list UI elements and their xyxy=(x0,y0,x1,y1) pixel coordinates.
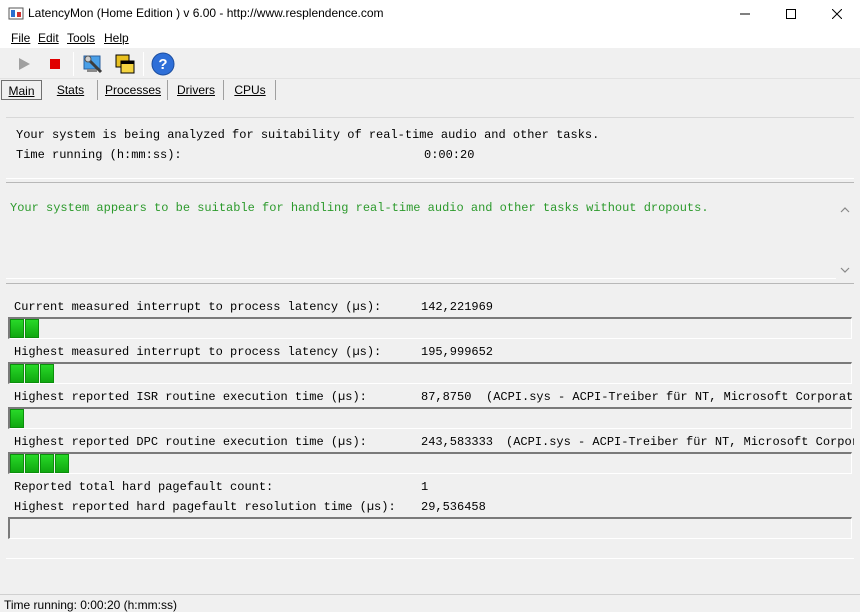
windows-button[interactable] xyxy=(112,51,138,77)
verdict-text: Your system appears to be suitable for h… xyxy=(10,201,709,215)
maximize-button[interactable] xyxy=(768,0,814,28)
latency-bar-fill xyxy=(10,454,69,473)
help-button[interactable]: ? xyxy=(150,51,176,77)
menu-file[interactable]: File xyxy=(11,31,30,45)
time-running-label: Time running (h:mm:ss): xyxy=(16,148,182,162)
bar-segment xyxy=(10,364,24,383)
analysis-summary-panel: Your system is being analyzed for suitab… xyxy=(6,117,854,179)
latency-bar xyxy=(8,407,852,429)
pagefault-resolution-value: 29,536458 xyxy=(421,500,486,514)
bar-segment xyxy=(25,364,39,383)
tab-cpus[interactable]: CPUs xyxy=(225,80,276,100)
bar-segment xyxy=(40,454,54,473)
metrics-panel: Current measured interrupt to process la… xyxy=(6,283,854,559)
pagefault-resolution-label: Highest reported hard pagefault resoluti… xyxy=(14,500,396,514)
metric-label: Highest reported ISR routine execution t… xyxy=(14,390,367,404)
metric-label: Highest reported DPC routine execution t… xyxy=(14,435,367,449)
verdict-panel: Your system appears to be suitable for h… xyxy=(6,182,854,279)
toolbar: ? xyxy=(0,49,860,79)
pagefault-count-value: 1 xyxy=(421,480,429,494)
verdict-scrollbar[interactable] xyxy=(836,197,854,279)
close-icon xyxy=(832,9,842,19)
minimize-icon xyxy=(740,13,750,15)
status-bar: Time running: 0:00:20 (h:mm:ss) xyxy=(0,594,860,612)
toolbar-separator xyxy=(143,52,144,76)
tab-stats[interactable]: Stats xyxy=(44,80,98,100)
help-icon: ? xyxy=(151,52,175,76)
svg-text:?: ? xyxy=(158,56,167,73)
tools-button[interactable] xyxy=(80,51,106,77)
latency-bar xyxy=(8,362,852,384)
app-icon xyxy=(8,7,24,20)
metric-value: 195,999652 xyxy=(421,345,494,359)
tab-strip: Main Stats Processes Drivers CPUs xyxy=(0,80,860,102)
play-icon xyxy=(19,58,30,70)
metric-driver-detail: (ACPI.sys - ACPI-Treiber für NT, Microso… xyxy=(506,435,854,449)
menu-help[interactable]: Help xyxy=(104,31,129,45)
pagefault-count-label: Reported total hard pagefault count: xyxy=(14,480,274,494)
latencymon-window: LatencyMon (Home Edition ) v 6.00 - http… xyxy=(0,0,860,612)
stop-button[interactable] xyxy=(42,51,68,77)
title-bar[interactable]: LatencyMon (Home Edition ) v 6.00 - http… xyxy=(0,0,860,28)
toolbar-separator xyxy=(73,52,74,76)
metric-label: Highest measured interrupt to process la… xyxy=(14,345,382,359)
stop-icon xyxy=(50,59,60,69)
pagefault-bar xyxy=(8,517,852,539)
analyzing-text: Your system is being analyzed for suitab… xyxy=(16,128,600,142)
start-button[interactable] xyxy=(11,51,37,77)
tab-drivers-label: Drivers xyxy=(177,83,215,97)
status-text: Time running: 0:00:20 (h:mm:ss) xyxy=(4,598,177,612)
latency-bar xyxy=(8,452,852,474)
windows-icon xyxy=(115,54,135,74)
metric-value: 142,221969 xyxy=(421,300,494,314)
latency-bar-fill xyxy=(10,364,54,383)
window-title: LatencyMon (Home Edition ) v 6.00 - http… xyxy=(28,6,384,20)
menu-tools[interactable]: Tools xyxy=(67,31,95,45)
metric-label: Current measured interrupt to process la… xyxy=(14,300,382,314)
bar-segment xyxy=(55,454,69,473)
bar-segment xyxy=(25,319,39,338)
latency-bar xyxy=(8,317,852,339)
wrench-icon xyxy=(83,55,103,74)
chevron-down-icon[interactable] xyxy=(840,265,850,275)
time-running-value: 0:00:20 xyxy=(424,148,475,162)
latency-bar-fill xyxy=(10,319,39,338)
tab-stats-label: Stats xyxy=(56,83,85,97)
tab-main[interactable]: Main xyxy=(1,80,42,100)
bar-segment xyxy=(25,454,39,473)
tab-processes-label: Processes xyxy=(104,83,162,97)
chevron-up-icon[interactable] xyxy=(840,205,850,215)
metric-driver-detail: (ACPI.sys - ACPI-Treiber für NT, Microso… xyxy=(486,390,854,404)
bar-segment xyxy=(10,319,24,338)
menu-edit[interactable]: Edit xyxy=(38,31,59,45)
latency-bar-fill xyxy=(10,409,24,428)
bar-segment xyxy=(40,364,54,383)
tab-processes[interactable]: Processes xyxy=(99,80,168,100)
menu-bar: File Edit Tools Help xyxy=(0,28,860,48)
minimize-button[interactable] xyxy=(722,0,768,28)
close-button[interactable] xyxy=(814,0,860,28)
bar-segment xyxy=(10,409,24,428)
tab-main-label: Main xyxy=(8,84,35,98)
bar-segment xyxy=(10,454,24,473)
tab-cpus-label: CPUs xyxy=(234,83,266,97)
metric-value: 243,583333 xyxy=(421,435,494,449)
maximize-icon xyxy=(786,9,796,19)
tab-drivers[interactable]: Drivers xyxy=(169,80,224,100)
metric-value: 87,8750 xyxy=(421,390,472,404)
